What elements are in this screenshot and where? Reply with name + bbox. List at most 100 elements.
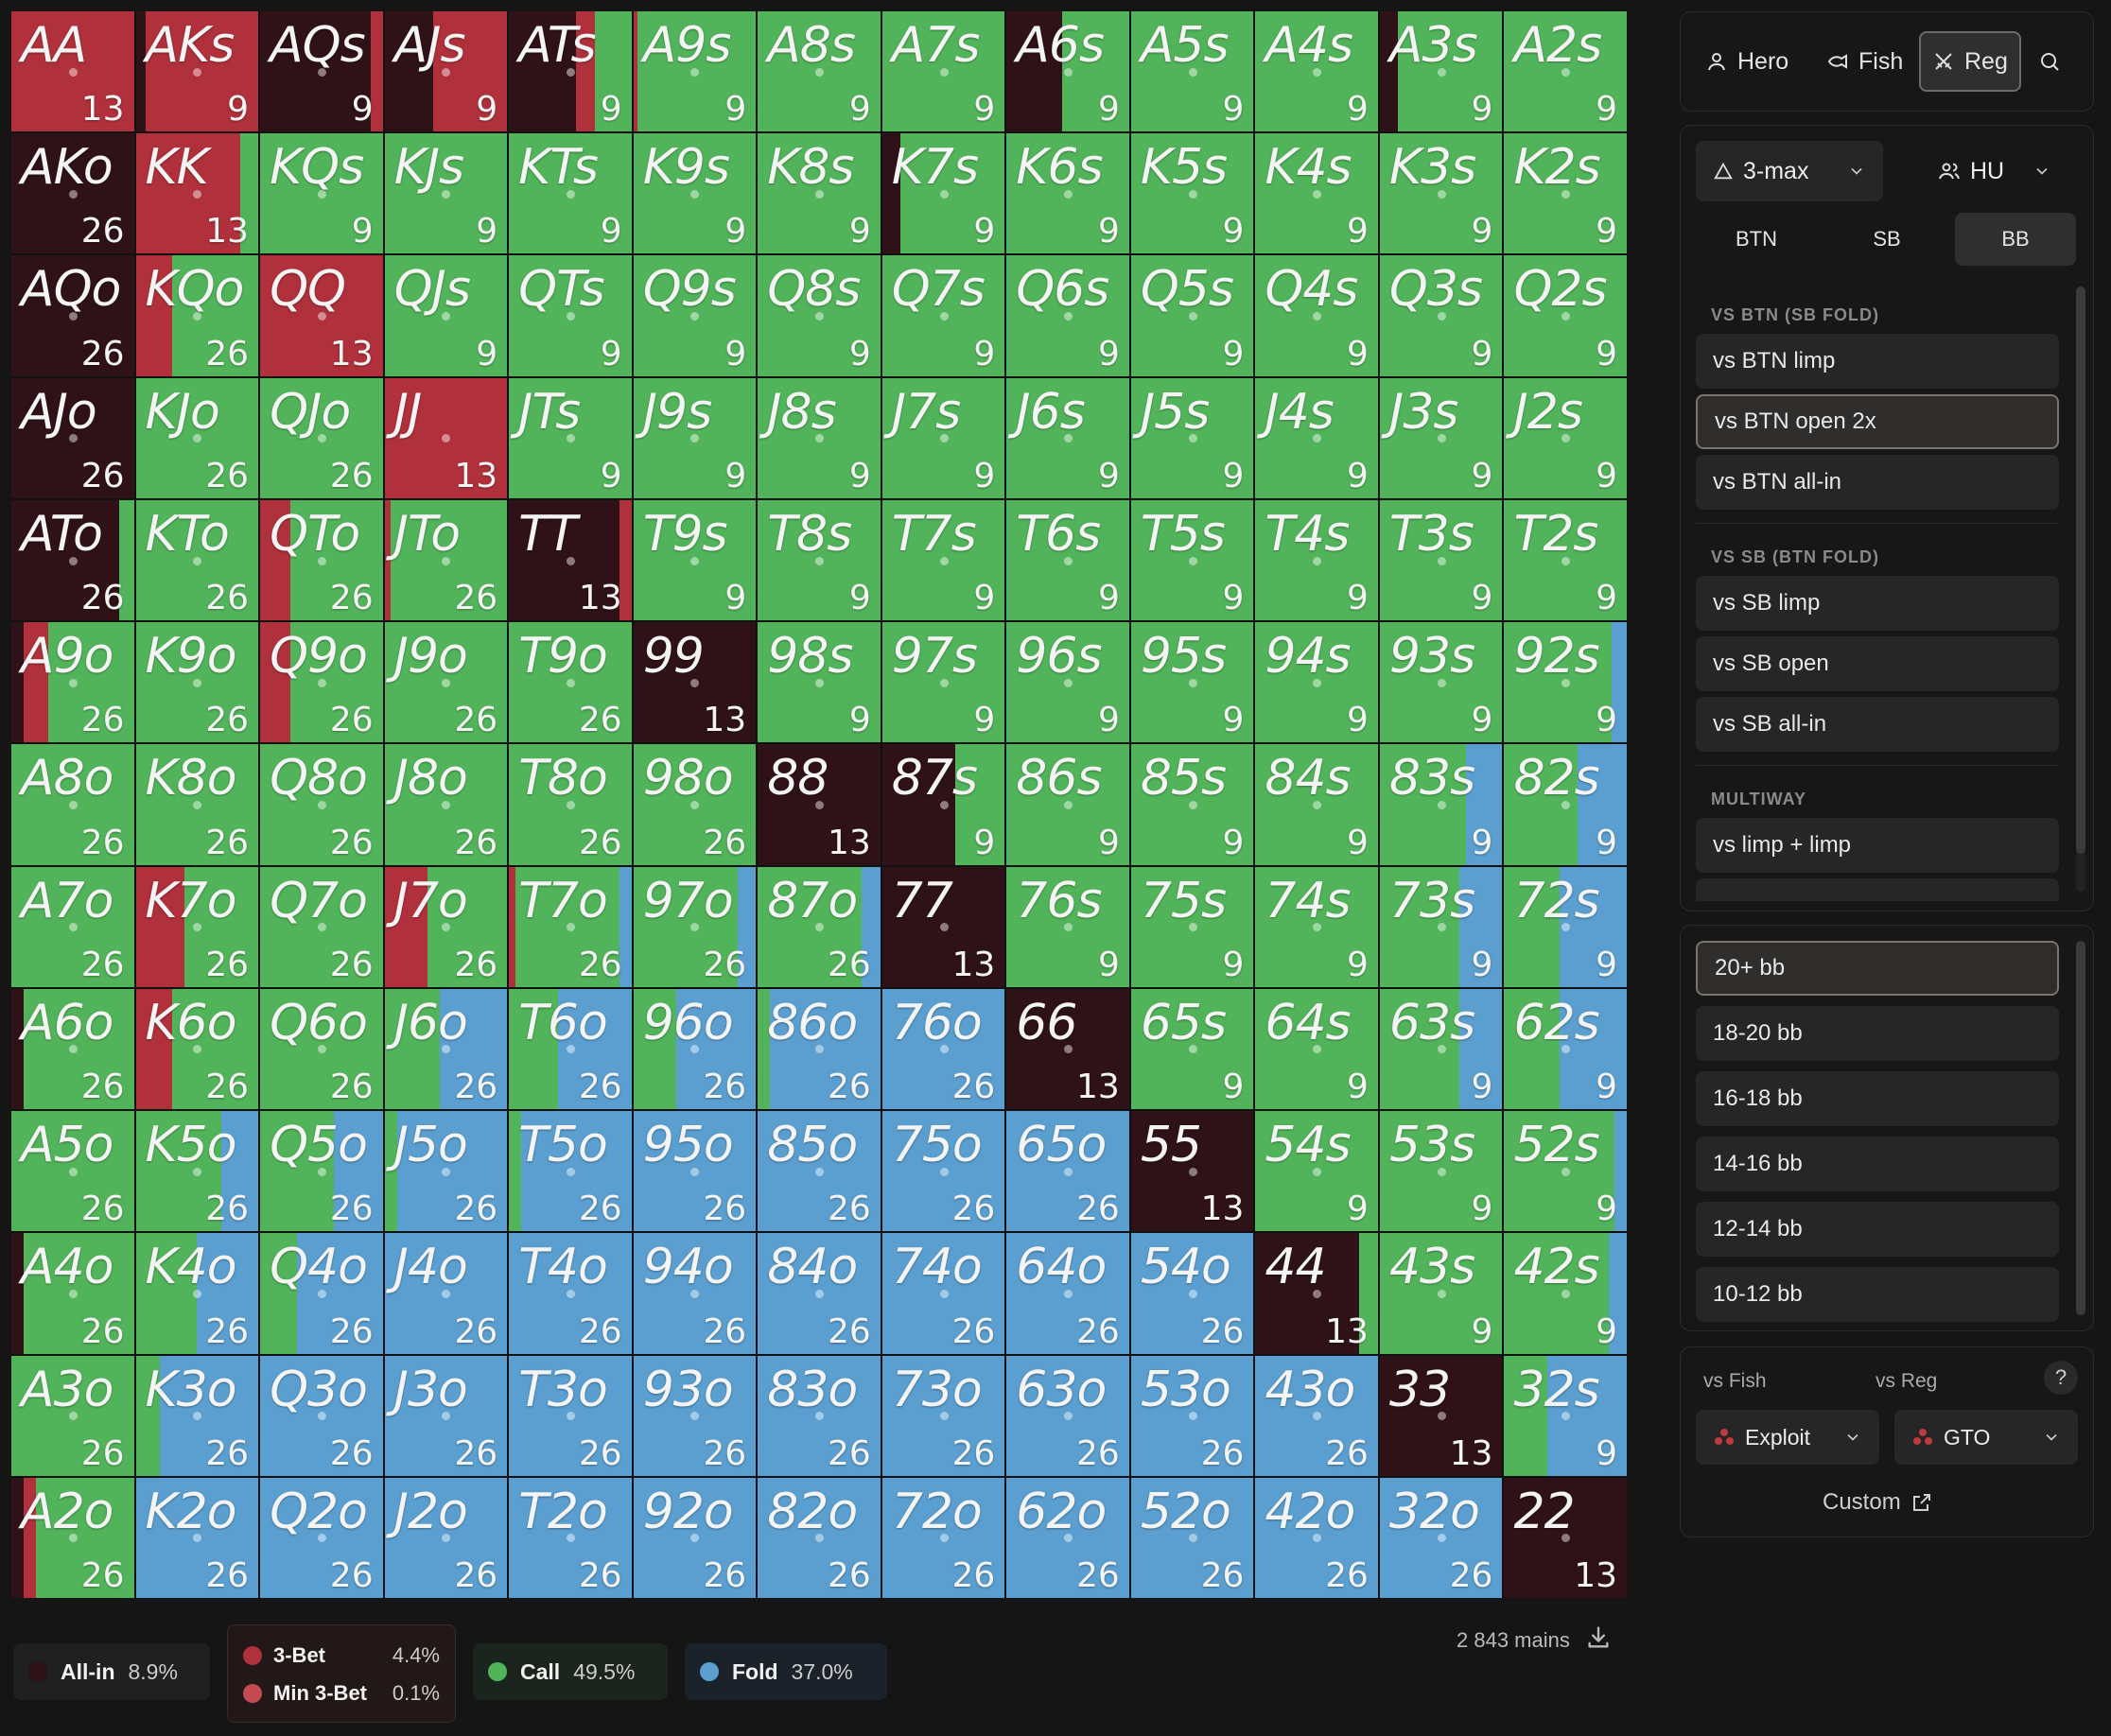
hand-cell-92o[interactable]: 92o 26 <box>633 1477 757 1598</box>
hand-cell-62o[interactable]: 62o 26 <box>1006 1477 1129 1598</box>
tab-hero[interactable]: Hero <box>1696 33 1807 90</box>
hand-cell-T5o[interactable]: T5o 26 <box>509 1111 632 1232</box>
hand-cell-88[interactable]: 88 13 <box>758 744 881 865</box>
stack-18-20[interactable]: 18-20 bb <box>1696 1006 2059 1061</box>
hand-cell-K4s[interactable]: K4s 9 <box>1255 133 1378 254</box>
stack-scroll-thumb[interactable] <box>2076 941 2085 1315</box>
hand-cell-43o[interactable]: 43o 26 <box>1255 1355 1378 1476</box>
hand-cell-98o[interactable]: 98o 26 <box>633 744 757 865</box>
hand-cell-KJs[interactable]: KJs 9 <box>384 133 508 254</box>
vs-reg-dropdown[interactable]: GTO <box>1894 1410 2078 1465</box>
hand-cell-A3o[interactable]: A3o 26 <box>11 1355 134 1476</box>
hand-cell-Q5o[interactable]: Q5o 26 <box>260 1111 383 1232</box>
spot-vs-btn-open[interactable]: vs BTN open 2x <box>1696 394 2059 449</box>
hand-cell-76s[interactable]: 76s 9 <box>1006 866 1129 987</box>
position-bb[interactable]: BB <box>1955 213 2076 266</box>
hand-cell-QJo[interactable]: QJo 26 <box>260 377 383 498</box>
hand-cell-J5o[interactable]: J5o 26 <box>384 1111 508 1232</box>
tab-reg[interactable]: Reg <box>1919 31 2021 92</box>
hand-cell-KJo[interactable]: KJo 26 <box>135 377 259 498</box>
hand-cell-QQ[interactable]: QQ 13 <box>260 255 383 376</box>
hand-cell-J6s[interactable]: J6s 9 <box>1006 377 1129 498</box>
position-sb[interactable]: SB <box>1826 213 1947 266</box>
hand-cell-52o[interactable]: 52o 26 <box>1130 1477 1254 1598</box>
hand-cell-T4o[interactable]: T4o 26 <box>509 1233 632 1354</box>
hand-cell-QJs[interactable]: QJs 9 <box>384 255 508 376</box>
hand-cell-74s[interactable]: 74s 9 <box>1255 866 1378 987</box>
hand-cell-Q9s[interactable]: Q9s 9 <box>633 255 757 376</box>
hand-cell-97o[interactable]: 97o 26 <box>633 866 757 987</box>
hand-cell-J4o[interactable]: J4o 26 <box>384 1233 508 1354</box>
hand-cell-A9s[interactable]: A9s 9 <box>633 11 757 132</box>
hand-cell-QTs[interactable]: QTs 9 <box>509 255 632 376</box>
hand-cell-83s[interactable]: 83s 9 <box>1379 744 1503 865</box>
hand-cell-A7o[interactable]: A7o 26 <box>11 866 134 987</box>
hand-cell-T7o[interactable]: T7o 26 <box>509 866 632 987</box>
hand-cell-ATs[interactable]: ATs 9 <box>509 11 632 132</box>
stack-20plus[interactable]: 20+ bb <box>1696 941 2059 996</box>
hand-cell-Q4s[interactable]: Q4s 9 <box>1255 255 1378 376</box>
hand-cell-73o[interactable]: 73o 26 <box>881 1355 1005 1476</box>
hand-cell-93s[interactable]: 93s 9 <box>1379 622 1503 743</box>
hand-cell-Q6s[interactable]: Q6s 9 <box>1006 255 1129 376</box>
hand-cell-62s[interactable]: 62s 9 <box>1504 988 1627 1110</box>
hand-cell-QTo[interactable]: QTo 26 <box>260 499 383 621</box>
hand-cell-T7s[interactable]: T7s 9 <box>881 499 1005 621</box>
help-icon[interactable]: ? <box>2044 1361 2078 1395</box>
hand-cell-Q5s[interactable]: Q5s 9 <box>1130 255 1254 376</box>
hand-cell-J5s[interactable]: J5s 9 <box>1130 377 1254 498</box>
hand-cell-77[interactable]: 77 13 <box>881 866 1005 987</box>
hand-cell-K3o[interactable]: K3o 26 <box>135 1355 259 1476</box>
spot-vs-btn-allin[interactable]: vs BTN all-in <box>1696 455 2059 510</box>
hand-cell-J9o[interactable]: J9o 26 <box>384 622 508 743</box>
spot-vs-sb-limp[interactable]: vs SB limp <box>1696 576 2059 631</box>
hand-cell-A7s[interactable]: A7s 9 <box>881 11 1005 132</box>
hand-cell-KTs[interactable]: KTs 9 <box>509 133 632 254</box>
hand-cell-64o[interactable]: 64o 26 <box>1006 1233 1129 1354</box>
spot-more[interactable] <box>1696 878 2059 901</box>
hand-cell-K8s[interactable]: K8s 9 <box>758 133 881 254</box>
hand-cell-T8o[interactable]: T8o 26 <box>509 744 632 865</box>
hand-cell-A6s[interactable]: A6s 9 <box>1006 11 1129 132</box>
hand-cell-53o[interactable]: 53o 26 <box>1130 1355 1254 1476</box>
hand-cell-74o[interactable]: 74o 26 <box>881 1233 1005 1354</box>
hand-cell-75o[interactable]: 75o 26 <box>881 1111 1005 1232</box>
hand-cell-J3s[interactable]: J3s 9 <box>1379 377 1503 498</box>
hand-cell-K7s[interactable]: K7s 9 <box>881 133 1005 254</box>
hand-cell-A9o[interactable]: A9o 26 <box>11 622 134 743</box>
hand-cell-KQs[interactable]: KQs 9 <box>260 133 383 254</box>
hand-cell-99[interactable]: 99 13 <box>633 622 757 743</box>
hand-cell-76o[interactable]: 76o 26 <box>881 988 1005 1110</box>
hand-cell-T6o[interactable]: T6o 26 <box>509 988 632 1110</box>
hand-cell-94o[interactable]: 94o 26 <box>633 1233 757 1354</box>
hand-cell-T9o[interactable]: T9o 26 <box>509 622 632 743</box>
hand-cell-73s[interactable]: 73s 9 <box>1379 866 1503 987</box>
spot-scroll-thumb[interactable] <box>2076 286 2085 854</box>
hand-cell-A8s[interactable]: A8s 9 <box>758 11 881 132</box>
hand-cell-A2s[interactable]: A2s 9 <box>1504 11 1627 132</box>
hand-cell-A5s[interactable]: A5s 9 <box>1130 11 1254 132</box>
hand-cell-87o[interactable]: 87o 26 <box>758 866 881 987</box>
hand-cell-K2o[interactable]: K2o 26 <box>135 1477 259 1598</box>
hand-cell-K6s[interactable]: K6s 9 <box>1006 133 1129 254</box>
stack-16-18[interactable]: 16-18 bb <box>1696 1071 2059 1126</box>
hand-cell-75s[interactable]: 75s 9 <box>1130 866 1254 987</box>
hand-cell-A6o[interactable]: A6o 26 <box>11 988 134 1110</box>
hand-cell-Q7o[interactable]: Q7o 26 <box>260 866 383 987</box>
position-btn[interactable]: BTN <box>1696 213 1817 266</box>
hand-cell-AJs[interactable]: AJs 9 <box>384 11 508 132</box>
stack-12-14[interactable]: 12-14 bb <box>1696 1202 2059 1257</box>
hand-cell-85o[interactable]: 85o 26 <box>758 1111 881 1232</box>
hand-cell-T8s[interactable]: T8s 9 <box>758 499 881 621</box>
hand-cell-AKo[interactable]: AKo 26 <box>11 133 134 254</box>
hand-cell-A4o[interactable]: A4o 26 <box>11 1233 134 1354</box>
hand-cell-K9s[interactable]: K9s 9 <box>633 133 757 254</box>
hand-cell-AKs[interactable]: AKs 9 <box>135 11 259 132</box>
hand-cell-JTs[interactable]: JTs 9 <box>509 377 632 498</box>
hand-cell-44[interactable]: 44 13 <box>1255 1233 1378 1354</box>
hand-cell-83o[interactable]: 83o 26 <box>758 1355 881 1476</box>
hand-cell-A2o[interactable]: A2o 26 <box>11 1477 134 1598</box>
hand-cell-T9s[interactable]: T9s 9 <box>633 499 757 621</box>
search-button[interactable] <box>2038 41 2076 82</box>
hand-cell-98s[interactable]: 98s 9 <box>758 622 881 743</box>
